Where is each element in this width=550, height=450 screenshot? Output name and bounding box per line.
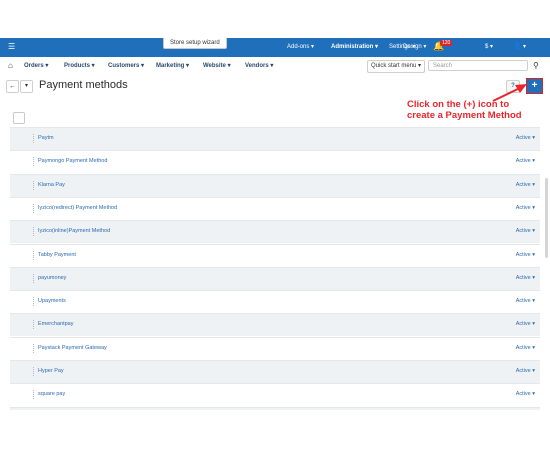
status-dropdown[interactable]: Active ▾ (516, 275, 535, 282)
status-dropdown[interactable]: Active ▾ (516, 228, 535, 235)
drag-handle-icon[interactable] (33, 134, 35, 143)
payment-method-name[interactable]: Hyper Pay (38, 368, 64, 375)
table-row[interactable]: Upayments Active ▾ (10, 290, 540, 313)
payment-method-name[interactable]: Iyzico(inline)Payment Method (38, 228, 110, 235)
payment-method-name[interactable]: Paymongo Payment Method (38, 158, 107, 165)
drag-handle-icon[interactable] (33, 367, 35, 376)
drag-handle-icon[interactable] (33, 157, 35, 167)
scrollbar[interactable] (545, 178, 548, 258)
payment-method-name[interactable]: Klarna Pay (38, 182, 65, 189)
table-row[interactable]: payeezyActive ▾ (10, 406, 540, 410)
drag-handle-icon[interactable] (33, 203, 35, 213)
select-all-checkbox[interactable] (13, 112, 25, 124)
status-dropdown[interactable]: Active ▾ (516, 368, 535, 375)
status-dropdown[interactable]: Active ▾ (516, 321, 535, 328)
drag-handle-icon[interactable] (33, 390, 35, 400)
payment-method-name[interactable]: Emerchantpay (38, 321, 73, 328)
payment-method-name[interactable]: Upayments (38, 298, 66, 305)
table-row[interactable]: Hyper Pay Active ▾ (10, 360, 540, 383)
table-row[interactable]: Klarna Pay Active ▾ (10, 173, 540, 197)
status-dropdown[interactable]: Active ▾ (516, 135, 535, 142)
table-row[interactable]: Paystack Payment Gateway Active ▾ (10, 336, 540, 360)
status-dropdown[interactable]: Active ▾ (516, 391, 535, 398)
table-row[interactable]: Tabby Payment Active ▾ (10, 243, 540, 267)
callout-annotation: Click on the (+) icon to create a Paymen… (407, 99, 522, 121)
status-dropdown[interactable]: Active ▾ (516, 158, 535, 165)
table-row[interactable]: Iyzico(inline)Payment Method Active ▾ (10, 220, 540, 244)
status-dropdown[interactable]: Active ▾ (516, 345, 535, 352)
payment-method-name[interactable]: payumoney (38, 275, 66, 282)
drag-handle-icon[interactable] (33, 273, 35, 283)
table-row[interactable]: Emerchantpay Active ▾ (10, 313, 540, 337)
table-row[interactable]: square pay Active ▾ (10, 383, 540, 406)
table-row[interactable]: Paytm Active ▾ (10, 127, 540, 150)
status-dropdown[interactable]: Active ▾ (516, 182, 535, 189)
payment-method-name[interactable]: Tabby Payment (38, 252, 76, 259)
status-dropdown[interactable]: Active ▾ (516, 205, 535, 212)
status-dropdown[interactable]: Active ▾ (516, 252, 535, 259)
drag-handle-icon[interactable] (33, 320, 35, 330)
table-row[interactable]: Iyzico(redirect) Payment Method Active ▾ (10, 196, 540, 220)
admin-frame: ☰ Store setup wizard Add-ons ▾ Administr… (0, 38, 550, 410)
drag-handle-icon[interactable] (33, 343, 35, 353)
payment-method-name[interactable]: Paystack Payment Gateway (38, 345, 107, 352)
drag-handle-icon[interactable] (33, 227, 35, 237)
payment-method-name[interactable]: square pay (38, 391, 65, 398)
drag-handle-icon[interactable] (33, 180, 35, 190)
payment-method-name[interactable]: Paytm (38, 135, 54, 142)
payment-method-name[interactable]: Iyzico(redirect) Payment Method (38, 205, 117, 212)
status-dropdown[interactable]: Active ▾ (516, 298, 535, 305)
table-row[interactable]: payumoney Active ▾ (10, 266, 540, 290)
drag-handle-icon[interactable] (33, 250, 35, 260)
drag-handle-icon[interactable] (33, 297, 35, 307)
table-row[interactable]: Paymongo Payment Method Active ▾ (10, 150, 540, 173)
